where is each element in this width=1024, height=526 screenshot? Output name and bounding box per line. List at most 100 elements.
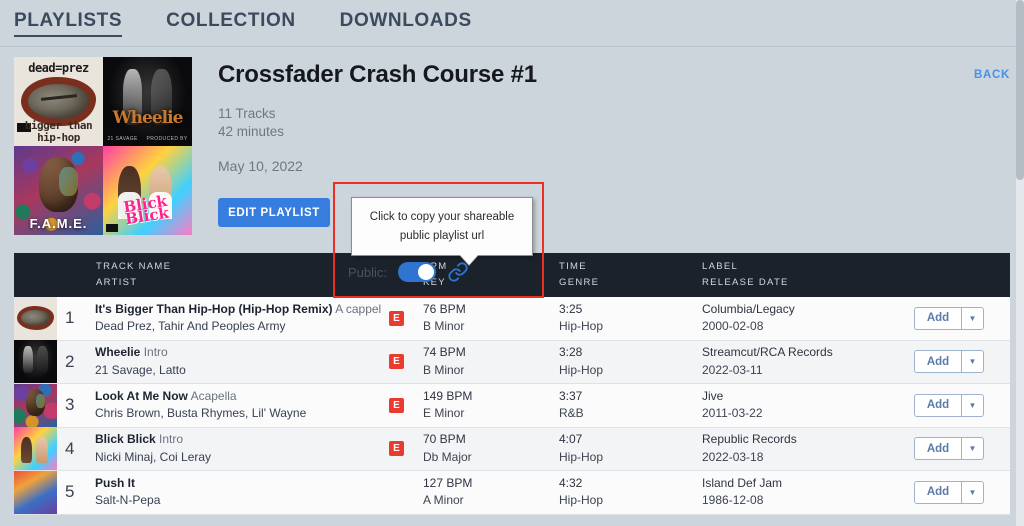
row-release-date: 2000-02-08: [702, 319, 764, 334]
row-label: Columbia/Legacy: [702, 301, 795, 316]
toggle-knob: [418, 264, 435, 280]
row-explicit-cell: E: [389, 441, 423, 457]
row-key: B Minor: [423, 362, 465, 377]
explicit-badge: E: [389, 310, 404, 326]
row-bpm: 74 BPM: [423, 345, 466, 359]
table-row[interactable]: 5 Push It Salt-N-Pepa 127 BPM A Minor 4:32 Hip…: [14, 470, 1010, 515]
explicit-badge: E: [389, 397, 404, 413]
row-album-art: [14, 383, 57, 427]
row-album-art: [14, 427, 57, 471]
row-artist: Chris Brown, Busta Rhymes, Lil' Wayne: [95, 406, 307, 421]
row-track-subtitle: Intro: [159, 432, 184, 447]
row-track-title: Wheelie: [95, 345, 141, 360]
playlist-date: May 10, 2022: [218, 158, 303, 175]
row-label: Streamcut/RCA Records: [702, 345, 833, 359]
row-key: E Minor: [423, 406, 465, 421]
row-label: Republic Records: [702, 432, 797, 446]
row-genre: Hip-Hop: [559, 362, 604, 377]
chevron-down-icon[interactable]: ▼: [961, 481, 983, 503]
tab-collection[interactable]: COLLECTION: [166, 10, 296, 36]
table-row[interactable]: 2 Wheelie Intro 21 Savage, Latto E 74 BPM B M…: [14, 340, 1010, 384]
add-button[interactable]: Add: [915, 482, 961, 503]
row-index: 5: [65, 482, 75, 502]
row-album-art: [14, 296, 57, 340]
row-actions: Add ▼: [914, 437, 1010, 461]
row-key: Db Major: [423, 449, 472, 464]
row-track-title: Blick Blick: [95, 432, 156, 447]
album-art-dead-prez: dead=prez bigger than hip-hop: [14, 57, 103, 146]
tab-downloads[interactable]: DOWNLOADS: [340, 10, 472, 36]
chevron-down-icon[interactable]: ▼: [961, 351, 983, 373]
row-explicit-cell: E: [389, 397, 423, 413]
album-art-dead-prez-top-text: dead=prez: [28, 60, 89, 75]
header-time: TIME: [559, 261, 587, 273]
row-artist: Nicki Minaj, Coi Leray: [95, 449, 212, 464]
main-navigation: PLAYLISTS COLLECTION DOWNLOADS: [0, 0, 1024, 47]
row-genre: Hip-Hop: [559, 319, 604, 334]
row-release-date: 2022-03-11: [702, 362, 763, 377]
row-release-date: 2022-03-18: [702, 449, 764, 464]
row-release-date: 2011-03-22: [702, 406, 763, 421]
album-art-dead-prez-bottom-text: bigger than hip-hop: [24, 119, 93, 144]
row-actions: Add ▼: [914, 306, 1010, 330]
row-artist: Dead Prez, Tahir And Peoples Army: [95, 319, 286, 334]
row-index: 4: [65, 438, 75, 458]
row-actions: Add ▼: [914, 350, 1010, 374]
share-highlight-box: Click to copy your shareable public play…: [333, 182, 544, 298]
row-track-subtitle: Intro: [143, 345, 168, 360]
row-release-date: 1986-12-08: [702, 493, 764, 508]
row-bpm: 149 BPM: [423, 388, 473, 403]
row-index: 1: [65, 308, 75, 328]
header-release-date: RELEASE DATE: [702, 277, 789, 288]
add-button[interactable]: Add: [915, 395, 961, 416]
album-art-wheelie-credit-right: PRODUCED BY: [146, 135, 188, 142]
add-button[interactable]: Add: [915, 308, 961, 329]
scrollbar-thumb[interactable]: [1016, 0, 1024, 180]
row-track-title: Look At Me Now: [95, 388, 188, 403]
row-artist: Salt-N-Pepa: [95, 493, 161, 508]
page-title: Crossfader Crash Course #1: [218, 61, 537, 88]
row-time: 4:07: [559, 432, 583, 446]
album-art-wheelie: Wheelie 21 SAVAGE PRODUCED BY: [103, 57, 192, 146]
playlist-header: dead=prez bigger than hip-hop Wheelie 21…: [0, 47, 1024, 298]
chevron-down-icon[interactable]: ▼: [961, 438, 983, 460]
explicit-badge: E: [389, 354, 404, 370]
add-button[interactable]: Add: [915, 438, 961, 459]
edit-playlist-button[interactable]: EDIT PLAYLIST: [218, 198, 330, 228]
explicit-badge: E: [389, 441, 404, 457]
header-label: LABEL: [702, 261, 739, 273]
album-art-fame-caption: F.A.M.E.: [29, 216, 88, 232]
album-art-blick-blick: Blick Blick: [103, 146, 192, 235]
row-index: 3: [65, 395, 75, 415]
row-actions: Add ▼: [914, 393, 1010, 417]
back-link[interactable]: BACK: [974, 69, 1010, 81]
tab-playlists[interactable]: PLAYLISTS: [14, 10, 123, 37]
table-row[interactable]: 3 Look At Me Now Acapella Chris Brown, Bus…: [14, 383, 1010, 428]
row-time: 3:37: [559, 388, 583, 403]
album-art-wheelie-credit-left: 21 SAVAGE: [107, 135, 138, 142]
row-track-subtitle: Acapella: [190, 388, 237, 403]
page-scrollbar[interactable]: [1016, 0, 1024, 526]
chain-link-icon[interactable]: [447, 261, 469, 283]
row-artist: 21 Savage, Latto: [95, 362, 186, 377]
chevron-down-icon[interactable]: ▼: [961, 307, 983, 329]
public-toggle[interactable]: [398, 262, 437, 282]
chevron-down-icon[interactable]: ▼: [961, 394, 983, 416]
table-row[interactable]: 1 It's Bigger Than Hip-Hop (Hip-Hop Remix…: [14, 296, 1010, 341]
row-genre: R&B: [559, 406, 584, 421]
row-label: Jive: [702, 388, 724, 403]
copy-url-tooltip: Click to copy your shareable public play…: [351, 197, 533, 256]
row-index: 2: [65, 351, 75, 371]
public-label: Public:: [348, 264, 388, 280]
add-button[interactable]: Add: [915, 351, 961, 372]
tooltip-line-2: public playlist url: [399, 229, 485, 242]
row-actions: Add ▼: [914, 480, 1010, 504]
row-explicit-cell: E: [389, 310, 423, 326]
row-bpm: 127 BPM: [423, 475, 473, 490]
row-label: Island Def Jam: [702, 475, 783, 490]
row-key: A Minor: [423, 493, 464, 508]
row-explicit-cell: E: [389, 354, 423, 370]
row-key: B Minor: [423, 319, 465, 334]
row-genre: Hip-Hop: [559, 449, 604, 464]
table-row[interactable]: 4 Blick Blick Intro Nicki Minaj, Coi Leray…: [14, 427, 1010, 471]
